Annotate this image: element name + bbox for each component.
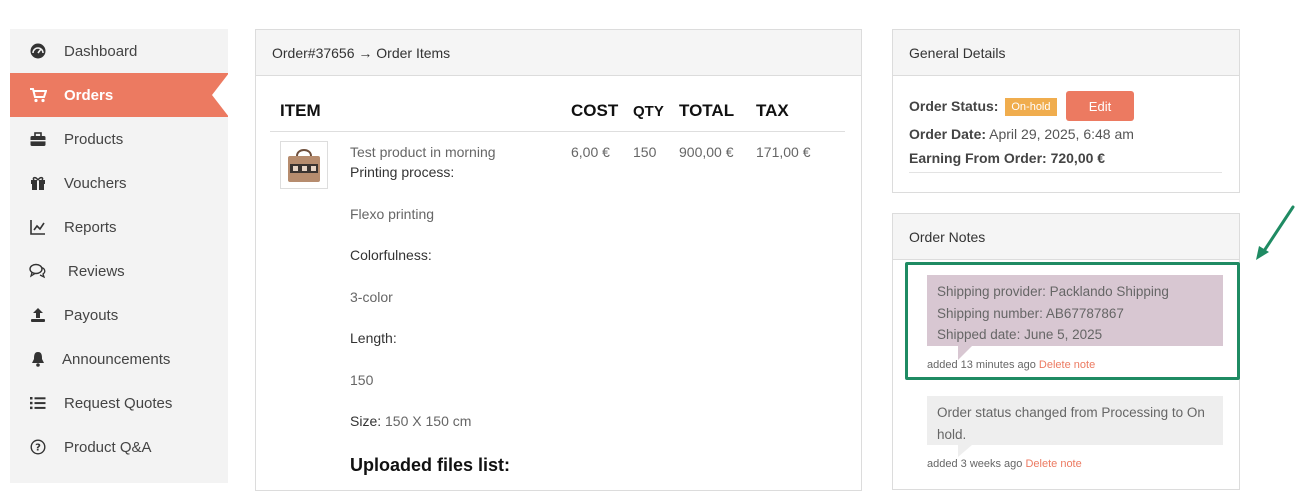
sidebar-item-label: Reviews xyxy=(68,262,125,280)
sidebar-item-label: Reports xyxy=(64,218,117,236)
printing-process-value: Flexo printing xyxy=(350,206,435,222)
annotation-arrow-icon xyxy=(1256,205,1295,260)
sidebar-item-label: Orders xyxy=(64,86,114,104)
sidebar-item-label: Product Q&A xyxy=(64,438,152,456)
column-header-qty: QTY xyxy=(633,103,664,120)
column-header-item: ITEM xyxy=(280,101,321,120)
question-circle-icon: ? xyxy=(29,438,47,456)
line-chart-icon xyxy=(29,218,47,236)
earning-value: 720,00 € xyxy=(1046,150,1106,166)
upload-icon xyxy=(29,306,47,324)
column-header-total: TOTAL xyxy=(679,101,735,120)
item-qty: 150 xyxy=(633,144,657,160)
order-date-label: Order Date: xyxy=(909,126,987,142)
status-note: Order status changed from Processing to … xyxy=(927,396,1223,445)
earning-label: Earning From Order: xyxy=(909,150,1047,166)
sidebar-item-dashboard[interactable]: Dashboard xyxy=(10,29,228,73)
colorfulness-label: Colorfulness: xyxy=(350,247,432,263)
item-tax: 171,00 € xyxy=(756,144,811,160)
colorfulness-value: 3-color xyxy=(350,289,393,305)
product-thumbnail[interactable] xyxy=(280,141,328,189)
active-notch xyxy=(212,73,229,117)
sidebar-item-announcements[interactable]: Announcements xyxy=(10,337,228,381)
item-cost: 6,00 € xyxy=(571,144,610,160)
note-timestamp: added 3 weeks ago xyxy=(927,458,1026,470)
note-line: Order status changed from Processing to … xyxy=(937,405,1205,420)
sidebar-item-label: Vouchers xyxy=(64,174,127,192)
size-value: 150 X 150 cm xyxy=(381,413,472,429)
order-status-label: Order Status: xyxy=(909,98,999,114)
comments-icon xyxy=(29,262,47,280)
column-header-cost: COST xyxy=(571,101,619,120)
order-items-panel: Order#37656 → Order Items xyxy=(255,29,862,491)
length-value: 150 xyxy=(350,372,374,388)
length-label: Length: xyxy=(350,330,397,346)
sidebar-item-product-qa[interactable]: ? Product Q&A xyxy=(10,425,228,469)
sidebar-item-label: Dashboard xyxy=(64,42,138,60)
sidebar-item-reports[interactable]: Reports xyxy=(10,205,228,249)
order-date-value: April 29, 2025, 6:48 am xyxy=(986,126,1134,142)
order-date-row: Order Date: April 29, 2025, 6:48 am xyxy=(909,126,1134,142)
sidebar-item-label: Request Quotes xyxy=(64,394,173,412)
note-line: hold. xyxy=(937,426,967,442)
cart-icon xyxy=(29,86,47,104)
item-total: 900,00 € xyxy=(679,144,734,160)
edit-status-button[interactable]: Edit xyxy=(1066,91,1134,121)
general-details-header: General Details xyxy=(893,30,1239,76)
sidebar-item-products[interactable]: Products xyxy=(10,117,228,161)
column-header-tax: TAX xyxy=(756,101,789,120)
gift-icon xyxy=(29,174,47,192)
dashboard-icon xyxy=(29,42,47,60)
details-divider xyxy=(909,172,1222,173)
bell-icon xyxy=(29,350,47,368)
order-status-row: Order Status: On-hold xyxy=(909,98,1057,116)
briefcase-icon xyxy=(29,130,47,148)
uploaded-files-heading: Uploaded files list: xyxy=(350,455,511,475)
note-meta: added 3 weeks ago Delete note xyxy=(927,458,1082,470)
list-icon xyxy=(29,394,47,412)
printing-process-label: Printing process: xyxy=(350,164,455,180)
sidebar-item-vouchers[interactable]: Vouchers xyxy=(10,161,228,205)
status-badge: On-hold xyxy=(1005,98,1057,116)
sidebar-item-payouts[interactable]: Payouts xyxy=(10,293,228,337)
order-notes-header: Order Notes xyxy=(893,214,1239,260)
product-name-link[interactable]: Test product in morning xyxy=(350,144,496,160)
sidebar-item-reviews[interactable]: Reviews xyxy=(10,249,228,293)
size-label: Size: xyxy=(350,413,382,429)
svg-text:?: ? xyxy=(35,443,41,454)
table-header-divider xyxy=(270,131,845,132)
sidebar-item-orders[interactable]: Orders xyxy=(10,73,229,117)
sidebar: Dashboard Orders Products Vouchers Repor… xyxy=(10,29,229,483)
size-row: Size: 150 X 150 cm xyxy=(350,413,471,429)
delete-note-link[interactable]: Delete note xyxy=(1025,458,1081,470)
sidebar-item-label: Payouts xyxy=(64,306,119,324)
order-items-header: Order#37656 → Order Items xyxy=(256,30,861,76)
sidebar-item-label: Announcements xyxy=(62,350,171,368)
earning-row: Earning From Order: 720,00 € xyxy=(909,150,1105,166)
sidebar-item-request-quotes[interactable]: Request Quotes xyxy=(10,381,228,425)
highlight-box xyxy=(905,262,1240,380)
note-tail xyxy=(958,445,972,457)
sidebar-item-label: Products xyxy=(64,130,124,148)
